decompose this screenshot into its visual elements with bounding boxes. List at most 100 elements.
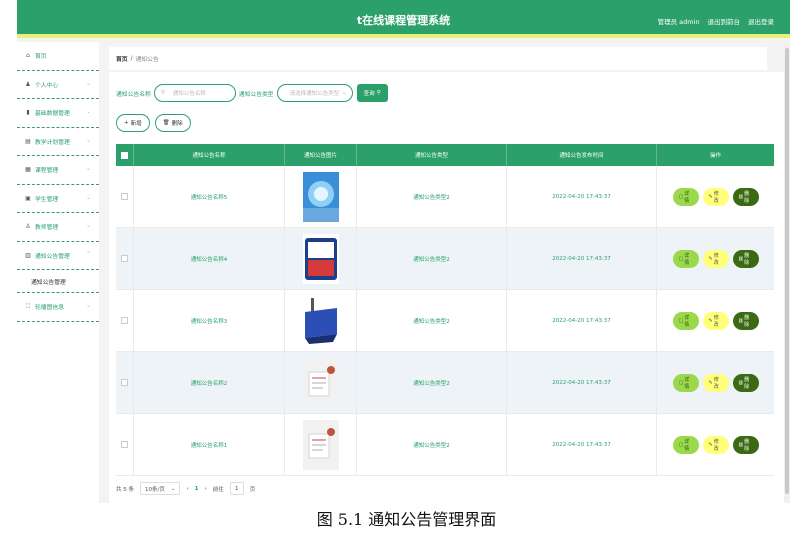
breadcrumb-home[interactable]: 首页 xyxy=(116,54,128,63)
delete-button[interactable]: ▥ 删除 xyxy=(732,249,759,268)
sidebar-item-student[interactable]: ▣ 学生管理 ⌄ xyxy=(17,185,99,213)
search-row: 通知公告名称 ⚲ 通知公告名称 通知公告类型 请选择通知公告类型 ⌄ 查询 ⚲ xyxy=(116,84,388,102)
header-ops: 操作 xyxy=(709,153,721,159)
row-actions: ▢ 详情 ✎ 修改 ▥ 删除 xyxy=(657,352,774,413)
batch-delete-button[interactable]: 🗑 删除 xyxy=(154,114,191,132)
sidebar-item-carousel[interactable]: ⛶ 轮播图信息 ⌄ xyxy=(17,293,99,322)
row-checkbox[interactable] xyxy=(121,379,128,386)
next-page-icon[interactable]: › xyxy=(205,486,207,492)
trash-icon: ▥ xyxy=(738,317,744,324)
detail-button[interactable]: ▢ 详情 xyxy=(672,373,699,392)
detail-icon: ▢ xyxy=(678,193,684,200)
name-search-input[interactable]: ⚲ 通知公告名称 xyxy=(153,84,236,102)
notice-time: 2022-04-20 17:43:37 xyxy=(507,290,657,351)
row-checkbox[interactable] xyxy=(121,255,128,262)
sidebar-subitem-notice-manage[interactable]: 通知公告管理 xyxy=(17,270,99,293)
notice-paper-image xyxy=(302,419,339,470)
chevron-down-icon: ⌄ xyxy=(170,485,176,492)
edit-label: 修改 xyxy=(713,190,719,204)
edit-label: 修改 xyxy=(713,438,719,452)
sidebar-item-profile[interactable]: ♟ 个人中心 ⌄ xyxy=(17,71,99,99)
sidebar-item-label: 基础数据管理 xyxy=(35,111,70,118)
page-size-select[interactable]: 10条/页 ⌄ xyxy=(140,482,181,495)
edit-button[interactable]: ✎ 修改 xyxy=(702,373,729,392)
page-size-value: 10条/页 xyxy=(145,486,165,493)
delete-label: 删除 xyxy=(744,252,750,266)
table-row: 通知公告名称2 通知公告类型2 2022-04-20 17:43:37 ▢ 详情… xyxy=(116,352,774,414)
notice-type: 通知公告类型2 xyxy=(357,290,507,351)
row-checkbox-cell xyxy=(116,228,134,289)
detail-button[interactable]: ▢ 详情 xyxy=(672,187,699,206)
goto-page-input[interactable]: 1 xyxy=(229,482,244,495)
scrollbar-thumb[interactable] xyxy=(785,48,789,494)
trash-icon: 🗑 xyxy=(162,120,170,126)
trash-icon: ▥ xyxy=(738,193,744,200)
delete-button[interactable]: ▥ 删除 xyxy=(732,187,759,206)
sidebar-item-home[interactable]: ⌂ 首页 xyxy=(17,42,99,71)
type-select[interactable]: 请选择通知公告类型 ⌄ xyxy=(276,84,353,102)
row-checkbox[interactable] xyxy=(121,193,128,200)
delete-button[interactable]: ▥ 删除 xyxy=(732,435,759,454)
type-search-label: 通知公告类型 xyxy=(238,91,274,98)
current-page[interactable]: 1 xyxy=(195,486,199,492)
sidebar-item-label: 教学计划管理 xyxy=(35,139,70,146)
notice-type: 通知公告类型2 xyxy=(357,166,507,227)
sidebar-item-label: 课程管理 xyxy=(35,168,59,175)
chevron-up-icon: ⌃ xyxy=(85,250,91,258)
user-icon: ♟ xyxy=(25,80,31,88)
sidebar-item-notice[interactable]: ▥ 通知公告管理 ⌃ xyxy=(17,242,99,270)
edit-button[interactable]: ✎ 修改 xyxy=(702,187,729,206)
delete-button[interactable]: ▥ 删除 xyxy=(732,373,759,392)
header-image: 通知公告图片 xyxy=(285,144,357,166)
detail-label: 详情 xyxy=(684,314,690,328)
sidebar-item-teacher[interactable]: ♙ 教师管理 ⌄ xyxy=(17,213,99,242)
back-to-front-link[interactable]: 退出到前台 xyxy=(708,16,741,26)
row-checkbox[interactable] xyxy=(121,441,128,448)
sidebar-item-course[interactable]: ▦ 课程管理 ⌄ xyxy=(17,156,99,185)
sidebar-item-basic-data[interactable]: ▮ 基础数据管理 ⌄ xyxy=(17,99,99,128)
detail-button[interactable]: ▢ 详情 xyxy=(672,311,699,330)
logout-link[interactable]: 退出登录 xyxy=(748,16,774,26)
chevron-down-icon: ⌄ xyxy=(341,89,347,96)
vertical-scrollbar[interactable] xyxy=(784,42,790,503)
notice-type: 通知公告类型2 xyxy=(357,228,507,289)
cctv-news-image xyxy=(302,233,339,284)
detail-icon: ▢ xyxy=(678,441,684,448)
chevron-down-icon: ⌄ xyxy=(85,193,91,201)
row-checkbox[interactable] xyxy=(121,317,128,324)
edit-icon: ✎ xyxy=(708,379,713,386)
notice-image-cell xyxy=(285,228,357,289)
action-row: + 新增 🗑 删除 xyxy=(116,114,191,132)
detail-icon: ▢ xyxy=(678,379,684,386)
table-row: 通知公告名称1 通知公告类型2 2022-04-20 17:43:37 ▢ 详情… xyxy=(116,414,774,476)
notice-name: 通知公告名称5 xyxy=(134,166,285,227)
edit-icon: ✎ xyxy=(708,255,713,262)
delete-label: 删除 xyxy=(744,376,750,390)
header-checkbox-cell xyxy=(116,144,134,166)
prev-page-icon[interactable]: ‹ xyxy=(186,486,188,492)
row-actions: ▢ 详情 ✎ 修改 ▥ 删除 xyxy=(657,414,774,475)
edit-button[interactable]: ✎ 修改 xyxy=(702,249,729,268)
detail-label: 详情 xyxy=(684,252,690,266)
detail-button[interactable]: ▢ 详情 xyxy=(672,249,699,268)
trash-icon: ▥ xyxy=(738,255,744,262)
sidebar-item-teaching-plan[interactable]: ▤ 教学计划管理 ⌄ xyxy=(17,128,99,156)
edit-button[interactable]: ✎ 修改 xyxy=(702,311,729,330)
notice-image-cell xyxy=(285,414,357,475)
sidebar: ⌂ 首页 ♟ 个人中心 ⌄ ▮ 基础数据管理 ⌄ ▤ 教学计划管理 ⌄ ▦ 课程… xyxy=(17,42,99,503)
chevron-down-icon: ⌄ xyxy=(85,222,91,229)
add-button[interactable]: + 新增 xyxy=(116,114,150,132)
select-all-checkbox[interactable] xyxy=(121,151,128,159)
detail-button[interactable]: ▢ 详情 xyxy=(672,435,699,454)
edit-icon: ✎ xyxy=(708,441,713,448)
delete-button[interactable]: ▥ 删除 xyxy=(732,311,759,330)
plus-icon: + xyxy=(124,120,129,126)
delete-label: 删除 xyxy=(744,314,750,328)
row-checkbox-cell xyxy=(116,352,134,413)
total-count: 共 5 条 xyxy=(116,486,134,493)
edit-button[interactable]: ✎ 修改 xyxy=(702,435,729,454)
notice-type: 通知公告类型2 xyxy=(357,352,507,413)
detail-label: 详情 xyxy=(684,438,690,452)
query-button[interactable]: 查询 ⚲ xyxy=(356,84,388,102)
trash-icon: ▥ xyxy=(738,379,744,386)
